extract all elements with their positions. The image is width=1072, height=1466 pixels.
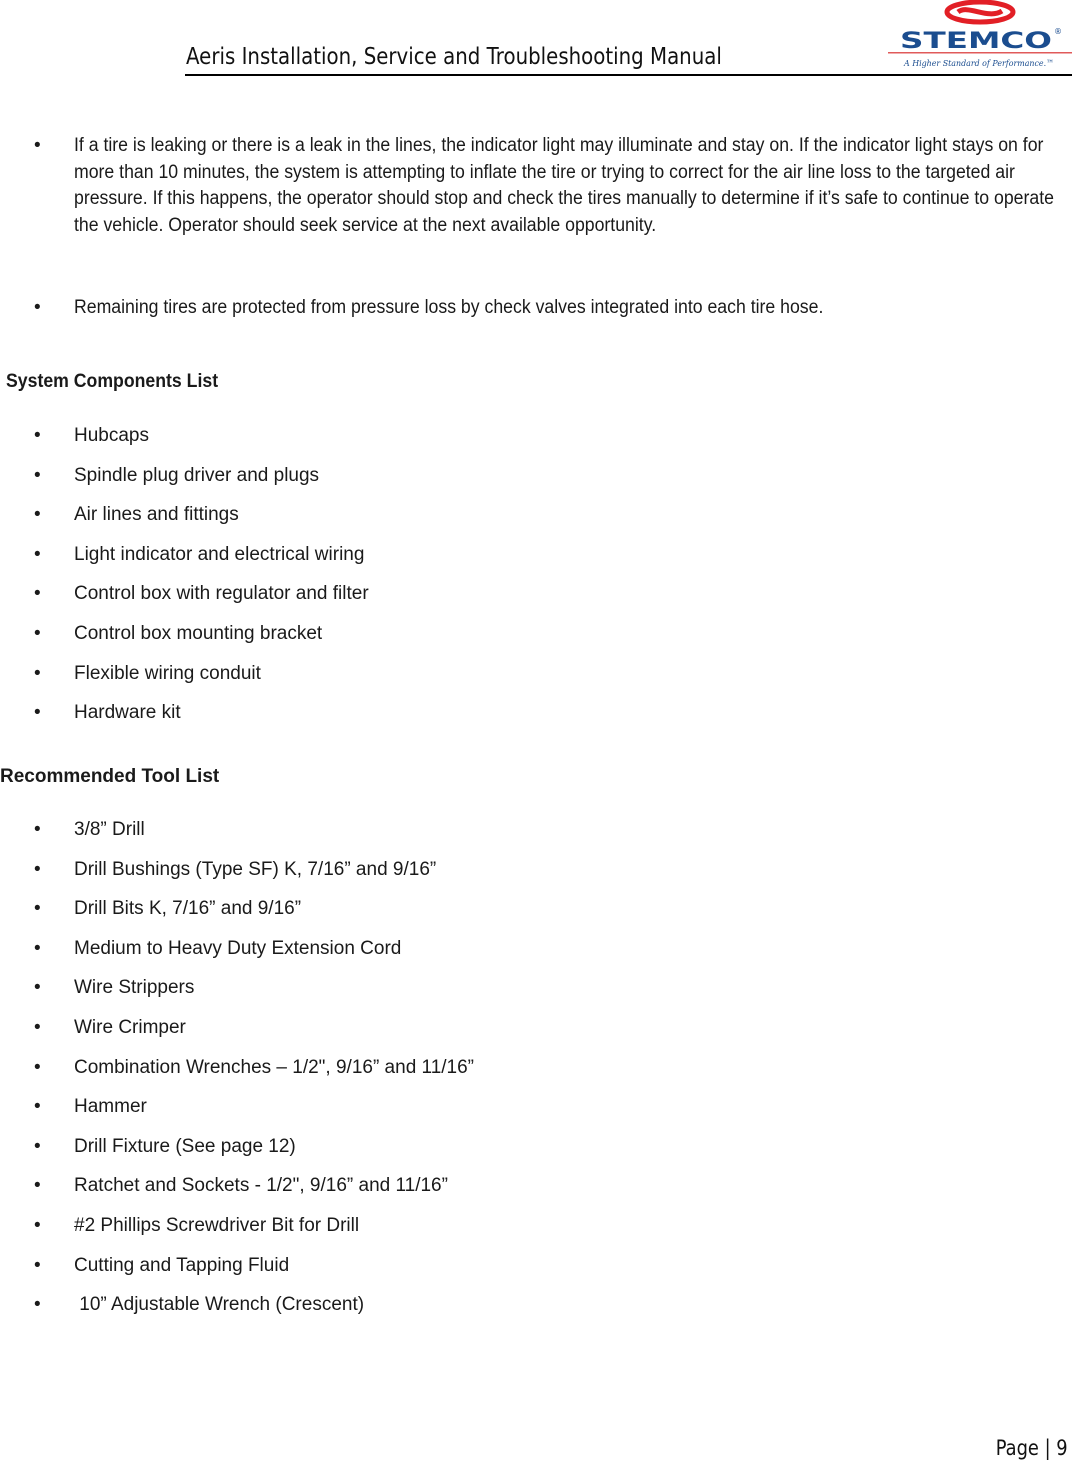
document-title: Aeris Installation, Service and Troubles…	[186, 44, 722, 70]
bullet-icon: •	[34, 464, 41, 486]
component-item: • Flexible wiring conduit	[34, 662, 261, 684]
bullet-icon: •	[34, 1016, 41, 1038]
tool-item: • Combination Wrenches – 1/2", 9/16” and …	[34, 1056, 475, 1078]
component-item: • Light indicator and electrical wiring	[34, 543, 365, 565]
logo-rule	[888, 52, 1072, 54]
bullet-icon: •	[34, 622, 41, 644]
bullet-icon: •	[34, 977, 41, 999]
bullet-icon: •	[34, 135, 41, 156]
bullet-icon: •	[34, 297, 41, 318]
tool-item: • Medium to Heavy Duty Extension Cord	[34, 937, 402, 959]
bullet-icon: •	[34, 543, 41, 565]
stemco-logo: STEMCO ® A Higher Standard of Performanc…	[888, 0, 1072, 72]
intro-bullet-item: • If a tire is leaking or there is a lea…	[0, 133, 1072, 295]
tools-list: • 3/8” Drill • Drill Bushings (Type SF) K,…	[0, 818, 474, 1333]
tool-item: • Drill Bits K, 7/16” and 9/16”	[34, 898, 302, 920]
tools-heading: Recommended Tool List	[0, 766, 220, 787]
page-number: Page | 9	[996, 1436, 1068, 1460]
tool-item: • 10” Adjustable Wrench (Crescent)	[34, 1294, 365, 1316]
bullet-icon: •	[34, 425, 41, 446]
bullet-icon: •	[34, 1175, 41, 1197]
swoosh-icon	[944, 0, 1016, 25]
tool-item: • Cutting and Tapping Fluid	[34, 1254, 290, 1276]
bullet-icon: •	[34, 1214, 41, 1236]
brand-wordmark: STEMCO	[900, 29, 1052, 54]
intro-bullet-text: Remaining tires are protected from press…	[74, 297, 824, 318]
tool-item: • Hammer	[34, 1096, 147, 1118]
component-item: • Hubcaps	[34, 425, 149, 446]
component-item: • Spindle plug driver and plugs	[34, 464, 320, 486]
tool-item: • 3/8” Drill	[34, 819, 145, 840]
registered-mark: ®	[1054, 27, 1062, 36]
tool-item: • #2 Phillips Screwdriver Bit for Drill	[34, 1214, 360, 1236]
bullet-icon: •	[34, 702, 41, 724]
bullet-icon: •	[34, 1096, 41, 1118]
bullet-icon: •	[34, 504, 41, 526]
bullet-icon: •	[34, 858, 41, 880]
tool-item: • Drill Fixture (See page 12)	[34, 1135, 296, 1157]
bullet-icon: •	[34, 662, 41, 684]
tool-item: • Wire Crimper	[34, 1016, 186, 1038]
component-item: • Control box with regulator and filter	[34, 583, 369, 605]
bullet-icon: •	[34, 1056, 41, 1078]
header-rule	[185, 74, 1072, 76]
intro-bullet-list: • If a tire is leaking or there is a lea…	[0, 133, 1072, 322]
bullet-icon: •	[34, 1294, 41, 1316]
tool-item: • Wire Strippers	[34, 977, 195, 999]
components-list: • Hubcaps • Spindle plug driver and plugs …	[0, 424, 369, 741]
component-item: • Air lines and fittings	[34, 504, 239, 526]
components-heading: System Components List	[6, 371, 219, 392]
bullet-icon: •	[34, 819, 41, 840]
logo-tagline: A Higher Standard of Performance.™	[903, 59, 1054, 69]
bullet-icon: •	[34, 898, 41, 920]
bullet-icon: •	[34, 937, 41, 959]
bullet-icon: •	[34, 1254, 41, 1276]
tool-item: • Drill Bushings (Type SF) K, 7/16” and 9…	[34, 858, 437, 880]
component-item: • Hardware kit	[34, 702, 181, 724]
tool-item: • Ratchet and Sockets - 1/2", 9/16” and 1…	[34, 1175, 448, 1197]
intro-bullet-item: • Remaining tires are protected from pre…	[0, 295, 1072, 322]
bullet-icon: •	[34, 1135, 41, 1157]
component-item: • Control box mounting bracket	[34, 622, 323, 644]
bullet-icon: •	[34, 583, 41, 605]
intro-bullet-text: If a tire is leaking or there is a leak …	[74, 135, 1054, 236]
